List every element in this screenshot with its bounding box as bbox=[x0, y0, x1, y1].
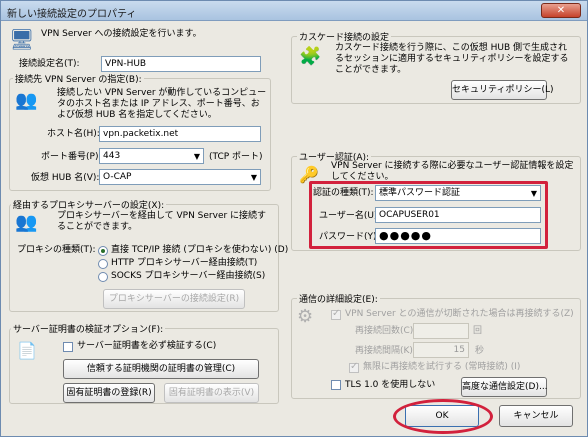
destination-description: 接続したい VPN Server が動作しているコンピュータのホスト名または I… bbox=[57, 88, 267, 120]
infinite-reconnect-label[interactable]: 無限に再接続を試行する (常時接続) (I) bbox=[363, 362, 520, 373]
port-suffix: (TCP ポート) bbox=[209, 152, 263, 162]
radio-direct-label[interactable]: 直接 TCP/IP 接続 (プロキシを使わない) (D) bbox=[111, 245, 288, 256]
gear-icon: ⚙ bbox=[297, 306, 314, 327]
radio-http-label[interactable]: HTTP プロキシサーバー経由接続(T) bbox=[111, 258, 257, 269]
proxy-type-label: プロキシの種類(T): bbox=[17, 245, 96, 255]
host-input[interactable]: vpn.packetix.net bbox=[99, 126, 261, 142]
window-title: 新しい接続設定のプロパティ bbox=[7, 9, 137, 20]
radio-direct[interactable] bbox=[98, 246, 108, 256]
retries-input[interactable] bbox=[413, 323, 469, 339]
server-group-icon: 👥 bbox=[15, 90, 38, 111]
retries-unit: 回 bbox=[473, 326, 483, 336]
cancel-button[interactable]: キャンセル bbox=[499, 405, 573, 427]
interval-label: 再接続間隔(K): bbox=[355, 346, 416, 356]
hub-label: 仮想 HUB 名(V): bbox=[31, 173, 100, 183]
hub-select[interactable]: O-CAP ▼ bbox=[99, 169, 261, 185]
verify-cert-checkbox[interactable] bbox=[63, 342, 73, 352]
proxy-legend: 経由するプロキシサーバーの設定(X): bbox=[11, 198, 167, 211]
port-label: ポート番号(P): bbox=[41, 152, 102, 162]
host-label: ホスト名(H): bbox=[47, 129, 100, 139]
title-bar[interactable]: 新しい接続設定のプロパティ ✕ bbox=[1, 1, 587, 21]
close-button[interactable]: ✕ bbox=[541, 3, 581, 18]
radio-socks-proxy[interactable] bbox=[98, 272, 108, 282]
cascade-description: カスケード接続を行う際に、この仮想 HUB 側で生成されるセッションに適用するセ… bbox=[335, 43, 569, 75]
view-cert-button[interactable]: 固有証明書の表示(V) bbox=[164, 383, 259, 403]
connection-settings-icon: 🖥 bbox=[9, 27, 35, 51]
certificate-legend: サーバー証明書の検証オプション(F): bbox=[11, 322, 166, 335]
hub-value: O-CAP bbox=[103, 172, 132, 182]
retries-label: 再接続回数(C): bbox=[355, 326, 417, 336]
setting-name-input[interactable]: VPN-HUB bbox=[101, 56, 261, 72]
advanced-settings-button[interactable]: 高度な通信設定(D)... bbox=[461, 377, 548, 397]
certificate-icon: 📄 bbox=[17, 341, 37, 360]
register-cert-button[interactable]: 固有証明書の登録(R) bbox=[63, 383, 155, 403]
verify-cert-label[interactable]: サーバー証明書を必ず検証する(C) bbox=[77, 341, 216, 352]
interval-input[interactable]: 15 bbox=[413, 342, 469, 358]
proxy-settings-button[interactable]: プロキシサーバーの接続設定(R) bbox=[103, 289, 245, 309]
trusted-ca-button[interactable]: 信頼する証明機関の証明書の管理(C) bbox=[63, 359, 259, 379]
chevron-down-icon: ▼ bbox=[193, 152, 200, 161]
setting-name-label: 接続設定名(T): bbox=[19, 59, 80, 69]
reconnect-checkbox[interactable] bbox=[331, 308, 341, 320]
advanced-legend: 通信の詳細設定(E): bbox=[297, 292, 380, 305]
interval-unit: 秒 bbox=[475, 346, 485, 356]
proxy-description: プロキシサーバーを経由して VPN Server に接続することができます。 bbox=[57, 211, 267, 232]
chevron-down-icon: ▼ bbox=[250, 173, 257, 182]
port-select[interactable]: 443 ▼ bbox=[99, 148, 204, 164]
infinite-reconnect-checkbox[interactable] bbox=[349, 361, 359, 373]
highlight-ok-button bbox=[393, 399, 493, 434]
cascade-legend: カスケード接続の設定 bbox=[297, 30, 392, 43]
highlight-auth-fields bbox=[309, 181, 548, 249]
reconnect-label[interactable]: VPN Server との通信が切断された場合は再接続する(Z) bbox=[345, 309, 574, 320]
tls-label[interactable]: TLS 1.0 を使用しない bbox=[345, 380, 435, 391]
radio-http-proxy[interactable] bbox=[98, 259, 108, 269]
proxy-icon: 👥 bbox=[15, 212, 38, 233]
user-auth-description: VPN Server に接続する際に必要なユーザー認証情報を設定してください。 bbox=[331, 161, 574, 182]
tls-checkbox[interactable] bbox=[331, 380, 341, 390]
properties-dialog: 新しい接続設定のプロパティ ✕ 🖥 VPN Server への接続設定を行います… bbox=[0, 0, 588, 437]
header-text: VPN Server への接続設定を行います。 bbox=[41, 29, 202, 39]
radio-socks-label[interactable]: SOCKS プロキシサーバー経由接続(S) bbox=[111, 271, 265, 282]
destination-server-legend: 接続先 VPN Server の指定(B): bbox=[13, 72, 144, 85]
security-policy-icon: 🧩 bbox=[299, 46, 322, 67]
security-policy-button[interactable]: セキュリティポリシー(L) bbox=[451, 80, 554, 100]
port-value: 443 bbox=[103, 151, 121, 161]
